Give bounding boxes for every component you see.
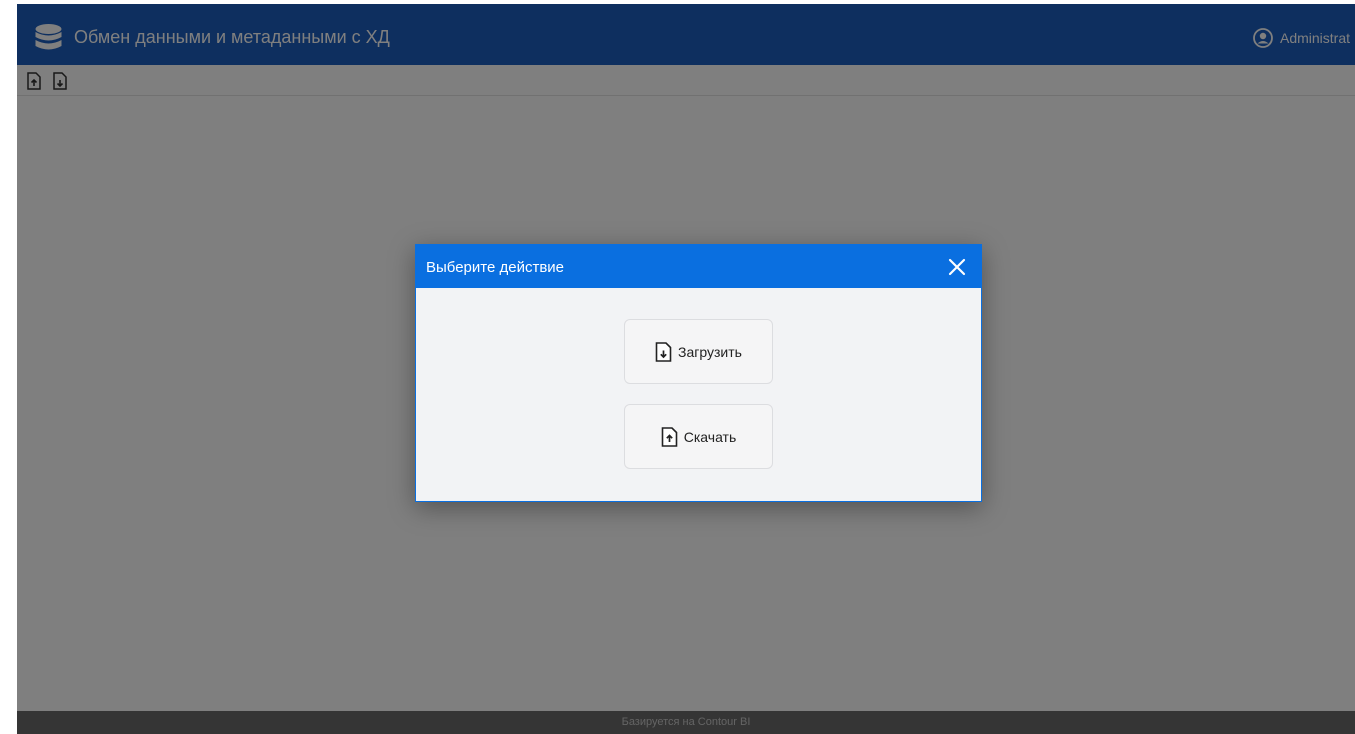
file-download-icon [655,341,672,362]
dialog-header: Выберите действие [416,245,981,288]
download-button[interactable]: Скачать [624,404,773,469]
upload-button-label: Загрузить [678,343,742,360]
app-window: Обмен данными и метаданными с ХД Adminis… [17,4,1355,734]
upload-button[interactable]: Загрузить [624,319,773,384]
dialog-title: Выберите действие [426,259,565,276]
file-upload-icon [661,426,678,447]
action-dialog: Выберите действие Загрузить Скачать [415,244,982,502]
download-button-label: Скачать [683,428,737,445]
close-icon[interactable] [947,257,967,277]
